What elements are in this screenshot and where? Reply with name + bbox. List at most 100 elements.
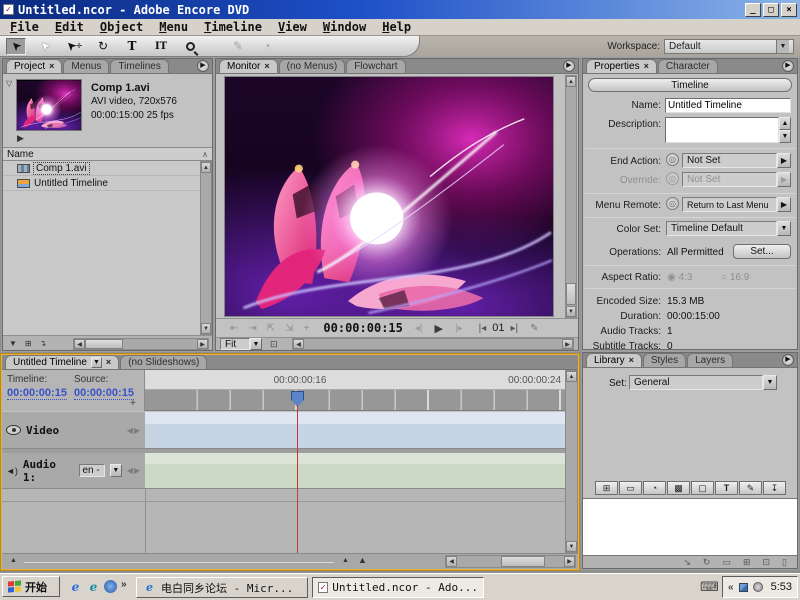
workspace-dropdown[interactable]: Default ▼ (664, 39, 794, 54)
tab-properties[interactable]: Properties× (586, 59, 657, 73)
internet-explorer-icon[interactable]: e (68, 579, 83, 594)
maximize-button[interactable]: □ (763, 3, 779, 17)
quick-launch-overflow-icon[interactable]: » (121, 579, 127, 590)
show-buttons-icon[interactable]: ◔ (643, 481, 666, 495)
tab-menus[interactable]: Menus (63, 59, 109, 73)
trim-in-icon[interactable]: ⇱ (267, 323, 275, 334)
speaker-icon[interactable]: ◄) (6, 466, 18, 476)
show-backgrounds-icon[interactable]: ▢ (691, 481, 714, 495)
audio-language-dropdown[interactable]: en - (79, 464, 104, 477)
library-list[interactable] (583, 498, 797, 556)
new-menu-icon[interactable]: ▭ (722, 557, 731, 568)
tab-untitled-timeline[interactable]: Untitled Timeline ▼ × (5, 355, 119, 369)
video-track-content[interactable] (145, 412, 565, 449)
monitor-vscrollbar[interactable]: ▲ ▼ (565, 75, 577, 318)
close-button[interactable]: × (781, 3, 797, 17)
keyboard-layout-icon[interactable]: ⌨ (700, 579, 719, 595)
menu-remote-value[interactable]: Return to Last Menu (682, 197, 777, 212)
zoom-level-dropdown[interactable]: Fit (220, 338, 250, 350)
timeline-hscrollbar[interactable]: ◀ ▶ (445, 555, 576, 568)
browser-shortcut-icon[interactable]: e (86, 579, 101, 594)
show-text-icon[interactable]: T (715, 481, 738, 495)
timeline-timecode[interactable]: 00:00:00:15 (7, 387, 67, 400)
zoom-in-small-icon[interactable]: ▲ (342, 557, 349, 564)
goto-previous-chapter-icon[interactable]: ⇤ (230, 323, 238, 334)
add-chapter-icon[interactable]: + (304, 323, 310, 334)
zoom-tool[interactable] (180, 38, 200, 55)
menu-view[interactable]: View (270, 19, 315, 35)
collapse-arrow-icon[interactable]: ▽ (6, 79, 12, 88)
close-icon[interactable]: × (106, 356, 111, 369)
visibility-eye-icon[interactable] (6, 425, 21, 435)
scroll-thumb[interactable] (566, 283, 576, 305)
scroll-down-icon[interactable]: ▼ (779, 130, 791, 143)
trash-icon[interactable]: ↴ (40, 339, 47, 348)
scroll-left-icon[interactable]: ◀ (293, 339, 304, 349)
name-column-header[interactable]: Name (7, 149, 34, 160)
tab-no-slideshows[interactable]: (no Slideshows) (120, 355, 207, 369)
ruler-ticks[interactable] (145, 390, 565, 411)
scroll-thumb[interactable] (85, 339, 123, 349)
new-item-icon[interactable]: ⊡ (763, 557, 771, 568)
messenger-icon[interactable] (104, 580, 117, 593)
audio-track-content[interactable] (145, 453, 565, 489)
scroll-up-icon[interactable]: ▲ (201, 162, 211, 173)
flyout-arrow-icon[interactable]: ▶ (777, 153, 791, 168)
new-button-icon[interactable]: ⊞ (743, 557, 751, 568)
scroll-down-icon[interactable]: ▼ (201, 323, 211, 334)
name-field[interactable] (665, 98, 791, 113)
tab-no-menus[interactable]: (no Menus) (279, 59, 346, 73)
vertical-text-tool[interactable]: IT (151, 38, 171, 55)
project-vscrollbar[interactable]: ▲ ▼ (200, 161, 212, 335)
scroll-left-icon[interactable]: ◀ (446, 556, 457, 567)
flyout-arrow-icon[interactable]: ▶ (777, 197, 791, 212)
tab-timelines[interactable]: Timelines (110, 59, 168, 73)
tray-collapse-icon[interactable]: « (728, 582, 734, 593)
pickwhip-icon[interactable]: ◎ (666, 197, 679, 210)
zoom-slider[interactable] (24, 562, 334, 563)
tab-project[interactable]: Project× (6, 59, 62, 73)
tab-styles[interactable]: Styles (643, 353, 686, 367)
set-button[interactable]: Set... (733, 244, 791, 259)
move-tool[interactable]: ➤✛ (64, 38, 84, 55)
show-items-icon[interactable]: ⊞ (595, 481, 618, 495)
show-images-icon[interactable]: ▩ (667, 481, 690, 495)
monitor-hscrollbar[interactable]: ◀ ▶ (292, 338, 574, 350)
sort-asc-icon[interactable]: ∧ (202, 150, 208, 159)
timeline-vscrollbar[interactable]: ▲ ▼ (565, 370, 578, 553)
new-folder-icon[interactable]: ⊞ (25, 339, 32, 348)
selection-tool[interactable]: ➤ (6, 38, 26, 55)
rotate-tool[interactable]: ↻ (93, 38, 113, 55)
next-frame-button[interactable]: |▸ (455, 323, 463, 334)
chevron-down-icon[interactable]: ▼ (110, 464, 122, 477)
list-item[interactable]: Untitled Timeline (3, 176, 200, 191)
show-menus-icon[interactable]: ▭ (619, 481, 642, 495)
menu-window[interactable]: Window (315, 19, 374, 35)
trash-icon[interactable]: ▯ (782, 557, 787, 568)
panel-menu-icon[interactable]: ▶ (563, 60, 575, 72)
end-action-value[interactable]: Not Set (682, 153, 777, 168)
edit-original-tool[interactable]: ✎ (228, 38, 248, 55)
scroll-down-icon[interactable]: ▼ (566, 541, 577, 552)
track-chevrons-icon[interactable]: ◀▶ (127, 466, 141, 475)
show-shapes-icon[interactable]: ✎ (739, 481, 762, 495)
scroll-up-icon[interactable]: ▲ (779, 117, 791, 130)
direct-select-tool[interactable]: ➤ (35, 38, 55, 55)
color-set-dropdown[interactable]: Timeline Default (666, 221, 777, 236)
pickwhip-icon[interactable]: ◎ (666, 153, 679, 166)
skip-forward-chapter-button[interactable]: ▸| (510, 323, 518, 334)
menu-file[interactable]: File (2, 19, 47, 35)
track-chevrons-icon[interactable]: ◀▶ (127, 426, 141, 435)
replace-icon[interactable]: ↻ (703, 557, 711, 568)
menu-menu[interactable]: Menu (151, 19, 196, 35)
scroll-right-icon[interactable]: ▶ (562, 339, 573, 349)
text-tool[interactable]: T (122, 38, 142, 55)
start-button[interactable]: 开始 (2, 576, 60, 597)
tab-character[interactable]: Character (658, 59, 718, 73)
menu-timeline[interactable]: Timeline (196, 19, 270, 35)
show-placed-icon[interactable]: ↧ (763, 481, 786, 495)
panel-menu-icon[interactable]: ▶ (197, 60, 209, 72)
scroll-left-icon[interactable]: ◀ (74, 339, 85, 349)
play-button[interactable]: ▶ (435, 322, 443, 335)
task-button-browser[interactable]: e 电白同乡论坛 - Micr... (136, 577, 308, 598)
